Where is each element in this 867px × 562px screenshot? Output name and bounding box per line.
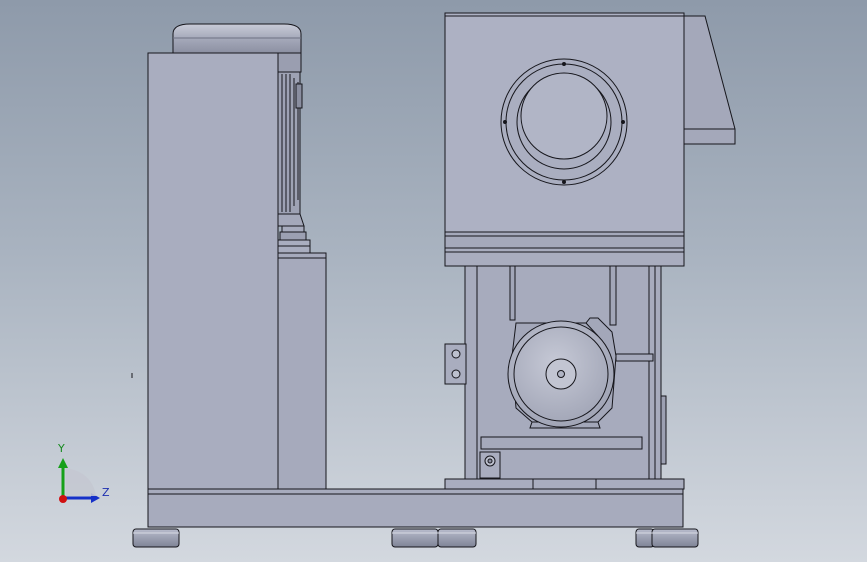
model-viewport[interactable]: Y Z xyxy=(0,0,867,562)
axis-y-label: Y xyxy=(58,442,65,455)
pulley-assembly xyxy=(507,317,617,429)
leveling-feet xyxy=(132,528,699,548)
cad-model-drawing[interactable] xyxy=(0,0,867,562)
orientation-triad xyxy=(58,458,100,503)
inspection-port xyxy=(500,58,628,186)
base-frame xyxy=(147,488,684,528)
axis-z-label: Z xyxy=(102,486,110,499)
